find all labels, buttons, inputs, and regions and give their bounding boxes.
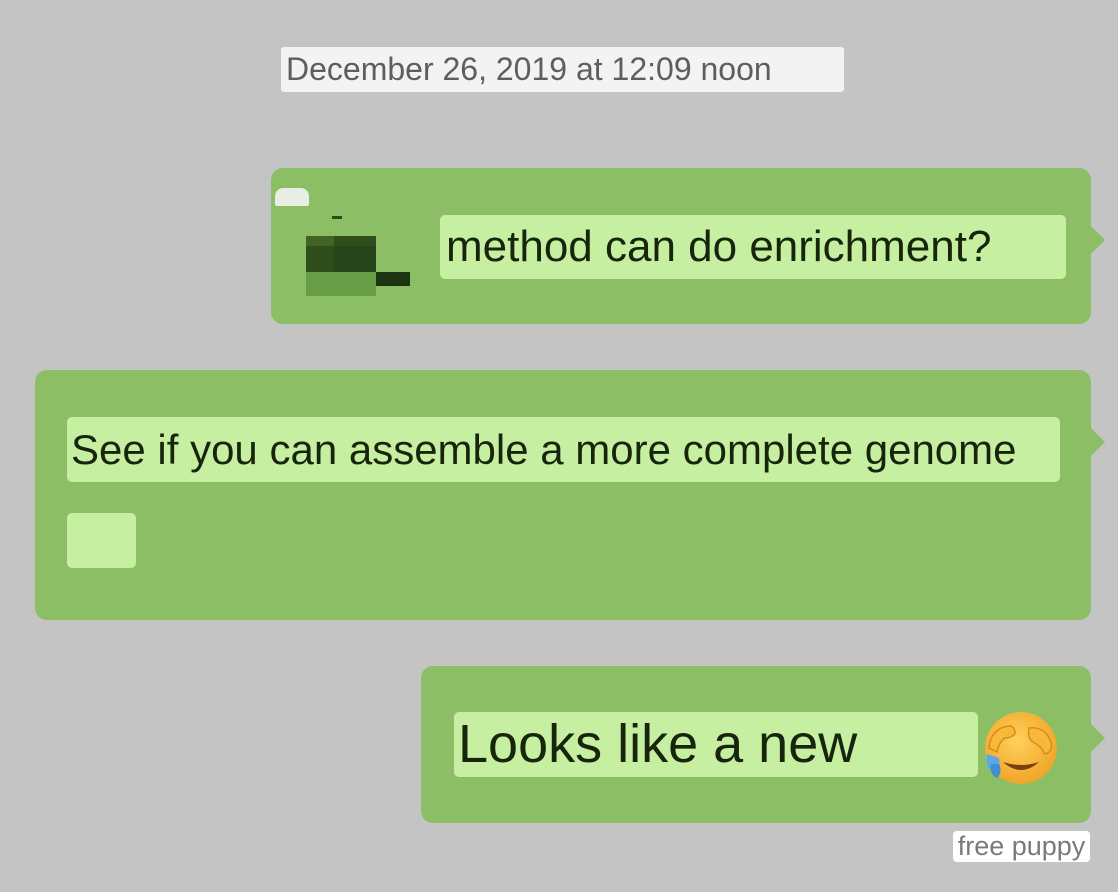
watermark-label: free puppy xyxy=(953,831,1090,862)
face-covering-eyes-crying-emoji-icon xyxy=(985,712,1057,784)
message-text: method can do enrichment? xyxy=(440,215,1066,279)
message-text: See if you can assemble a more complete … xyxy=(67,417,1060,482)
bubble-tail xyxy=(1091,724,1105,752)
redacted-pixel-blob-icon xyxy=(306,216,410,296)
bubble-tail xyxy=(1091,428,1105,456)
message-timestamp: December 26, 2019 at 12:09 noon xyxy=(281,47,844,92)
redacted-fragment xyxy=(275,188,309,206)
message-bubble-outgoing[interactable] xyxy=(35,370,1105,620)
bubble-tail xyxy=(1091,226,1105,254)
message-text: Looks like a new xyxy=(454,712,978,777)
redacted-block xyxy=(67,513,136,568)
